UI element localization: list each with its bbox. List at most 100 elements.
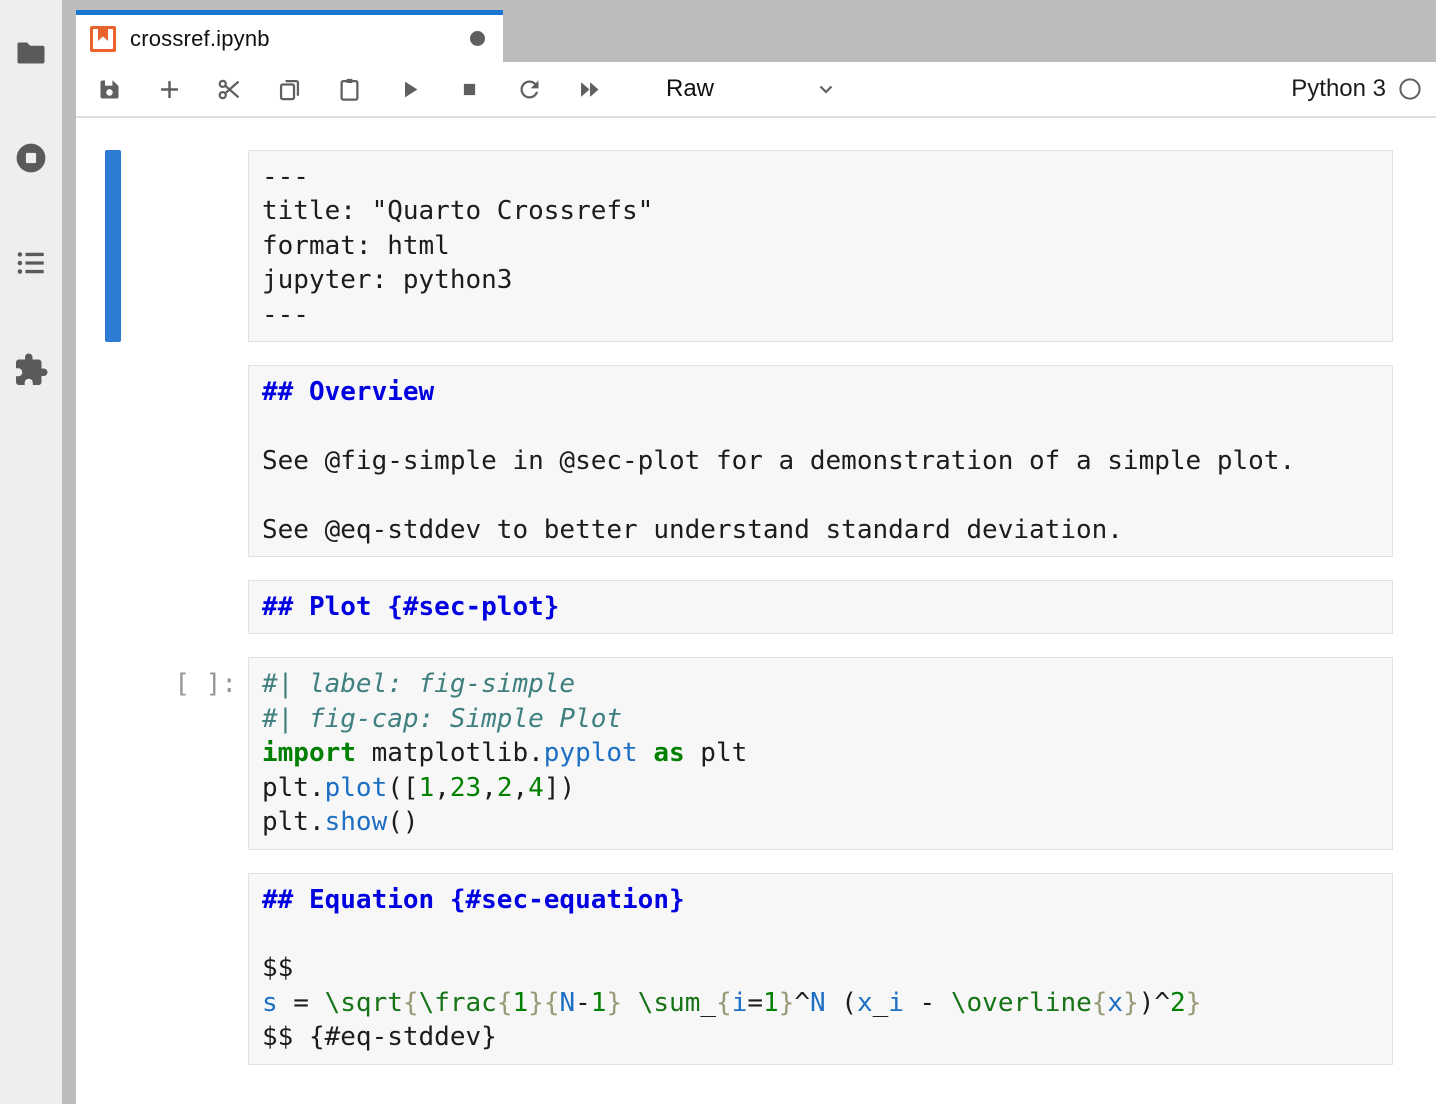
token-plain: --- bbox=[262, 162, 309, 192]
cell-editor[interactable]: ## Plot {#sec-plot} bbox=[248, 580, 1393, 634]
run-cell-button[interactable] bbox=[392, 72, 426, 106]
cut-cells-button[interactable] bbox=[212, 72, 246, 106]
token-bracket: } bbox=[1186, 988, 1202, 1018]
token-bracket: { bbox=[716, 988, 732, 1018]
token-plain bbox=[638, 738, 654, 768]
token-header: ## Overview bbox=[262, 377, 434, 407]
cell-list: ---title: "Quarto Crossrefs"format: html… bbox=[76, 150, 1436, 1065]
cell-markdown-2: ## Plot {#sec-plot} bbox=[105, 580, 1393, 634]
token-comment: #| fig-cap: Simple Plot bbox=[262, 704, 622, 734]
kernel-switcher[interactable]: Python 3 bbox=[1291, 75, 1422, 103]
token-plain: $$ bbox=[262, 953, 293, 983]
cell-collapser[interactable] bbox=[105, 580, 121, 634]
main-area: crossref.ipynb bbox=[76, 0, 1436, 1104]
cell-editor[interactable]: ---title: "Quarto Crossrefs"format: html… bbox=[248, 150, 1393, 342]
chevron-down-icon bbox=[814, 77, 838, 101]
token-command: \sqrt bbox=[325, 988, 403, 1018]
unsaved-changes-dot[interactable] bbox=[470, 31, 485, 46]
code-line: #| label: fig-simple bbox=[262, 667, 1379, 701]
cell-type-dropdown[interactable]: Raw bbox=[666, 75, 838, 103]
cell-prompt bbox=[121, 365, 248, 557]
token-plain: ([ bbox=[387, 773, 418, 803]
kernel-name: Python 3 bbox=[1291, 75, 1386, 103]
token-plain: --- bbox=[262, 300, 309, 330]
cell-editor[interactable]: ## Overview See @fig-simple in @sec-plot… bbox=[248, 365, 1393, 557]
tab-crossref-ipynb[interactable]: crossref.ipynb bbox=[76, 10, 503, 62]
code-line: import matplotlib.pyplot as plt bbox=[262, 736, 1379, 770]
token-plain: _ bbox=[873, 988, 889, 1018]
token-bracket: { bbox=[497, 988, 513, 1018]
cell-collapser[interactable] bbox=[105, 873, 121, 1065]
list-icon[interactable] bbox=[13, 245, 49, 281]
token-number: 1 bbox=[763, 988, 779, 1018]
token-number: 2 bbox=[1170, 988, 1186, 1018]
code-line: See @fig-simple in @sec-plot for a demon… bbox=[262, 444, 1379, 478]
restart-run-all-button[interactable] bbox=[572, 72, 606, 106]
cell-markdown-1: ## Overview See @fig-simple in @sec-plot… bbox=[105, 365, 1393, 557]
puzzle-icon[interactable] bbox=[13, 352, 49, 388]
token-command: \overline bbox=[951, 988, 1092, 1018]
code-line bbox=[262, 478, 1379, 512]
code-line: plt.show() bbox=[262, 805, 1379, 839]
token-bracket: { bbox=[1092, 988, 1108, 1018]
token-plain: plt. bbox=[262, 807, 325, 837]
code-line: See @eq-stddev to better understand stan… bbox=[262, 513, 1379, 547]
interrupt-kernel-button[interactable] bbox=[452, 72, 486, 106]
selected-cell-collapser[interactable] bbox=[105, 150, 121, 342]
code-line: --- bbox=[262, 160, 1379, 194]
token-plain: )^ bbox=[1139, 988, 1170, 1018]
token-bracket: } bbox=[606, 988, 622, 1018]
cell-prompt bbox=[121, 150, 248, 342]
token-number: 2 bbox=[497, 773, 513, 803]
cell-collapser[interactable] bbox=[105, 657, 121, 849]
token-plain: , bbox=[513, 773, 529, 803]
token-command: \frac bbox=[419, 988, 497, 1018]
token-plain: plt bbox=[685, 738, 748, 768]
token-bracket: { bbox=[403, 988, 419, 1018]
cell-editor[interactable]: #| label: fig-simple#| fig-cap: Simple P… bbox=[248, 657, 1393, 849]
code-line: --- bbox=[262, 298, 1379, 332]
notebook-panel: ---title: "Quarto Crossrefs"format: html… bbox=[76, 118, 1436, 1104]
token-plain: _ bbox=[700, 988, 716, 1018]
cell-collapser[interactable] bbox=[105, 365, 121, 557]
restart-kernel-button[interactable] bbox=[512, 72, 546, 106]
code-line: ## Overview bbox=[262, 375, 1379, 409]
token-plain: - bbox=[904, 988, 951, 1018]
token-keyword: import bbox=[262, 738, 356, 768]
save-button[interactable] bbox=[92, 72, 126, 106]
code-line: $$ {#eq-stddev} bbox=[262, 1020, 1379, 1054]
cell-prompt bbox=[121, 580, 248, 634]
token-blue: show bbox=[325, 807, 388, 837]
kernel-idle-icon[interactable] bbox=[1398, 77, 1422, 101]
token-plain: ^ bbox=[794, 988, 810, 1018]
code-line bbox=[262, 917, 1379, 951]
code-line: s = \sqrt{\frac{1}{N-1} \sum_{i=1}^N (x_… bbox=[262, 986, 1379, 1020]
token-plain: See @eq-stddev to better understand stan… bbox=[262, 515, 1123, 545]
token-plain: , bbox=[481, 773, 497, 803]
tab-bar: crossref.ipynb bbox=[76, 0, 1436, 62]
cell-editor[interactable]: ## Equation {#sec-equation} $$s = \sqrt{… bbox=[248, 873, 1393, 1065]
copy-cells-button[interactable] bbox=[272, 72, 306, 106]
cell-type-value: Raw bbox=[666, 75, 714, 103]
token-plain: ]) bbox=[544, 773, 575, 803]
token-blue: N bbox=[810, 988, 826, 1018]
token-plain: - bbox=[575, 988, 591, 1018]
cell-prompt bbox=[121, 873, 248, 1065]
token-blue: N bbox=[559, 988, 575, 1018]
folder-icon[interactable] bbox=[13, 35, 49, 71]
notebook-toolbar: Raw Python 3 bbox=[76, 62, 1436, 118]
paste-cells-button[interactable] bbox=[332, 72, 366, 106]
stop-circle-icon[interactable] bbox=[13, 140, 49, 176]
token-number: 1 bbox=[419, 773, 435, 803]
token-plain: = bbox=[747, 988, 763, 1018]
token-plain: = bbox=[278, 988, 325, 1018]
left-activity-bar bbox=[0, 0, 62, 1104]
tab-title: crossref.ipynb bbox=[130, 26, 270, 52]
token-plain: plt. bbox=[262, 773, 325, 803]
token-plain: $$ {#eq-stddev} bbox=[262, 1022, 497, 1052]
token-plain: See @fig-simple in @sec-plot for a demon… bbox=[262, 446, 1295, 476]
token-bracket: } bbox=[528, 988, 544, 1018]
token-plain: title: "Quarto Crossrefs" bbox=[262, 196, 653, 226]
code-line: $$ bbox=[262, 951, 1379, 985]
add-cell-button[interactable] bbox=[152, 72, 186, 106]
